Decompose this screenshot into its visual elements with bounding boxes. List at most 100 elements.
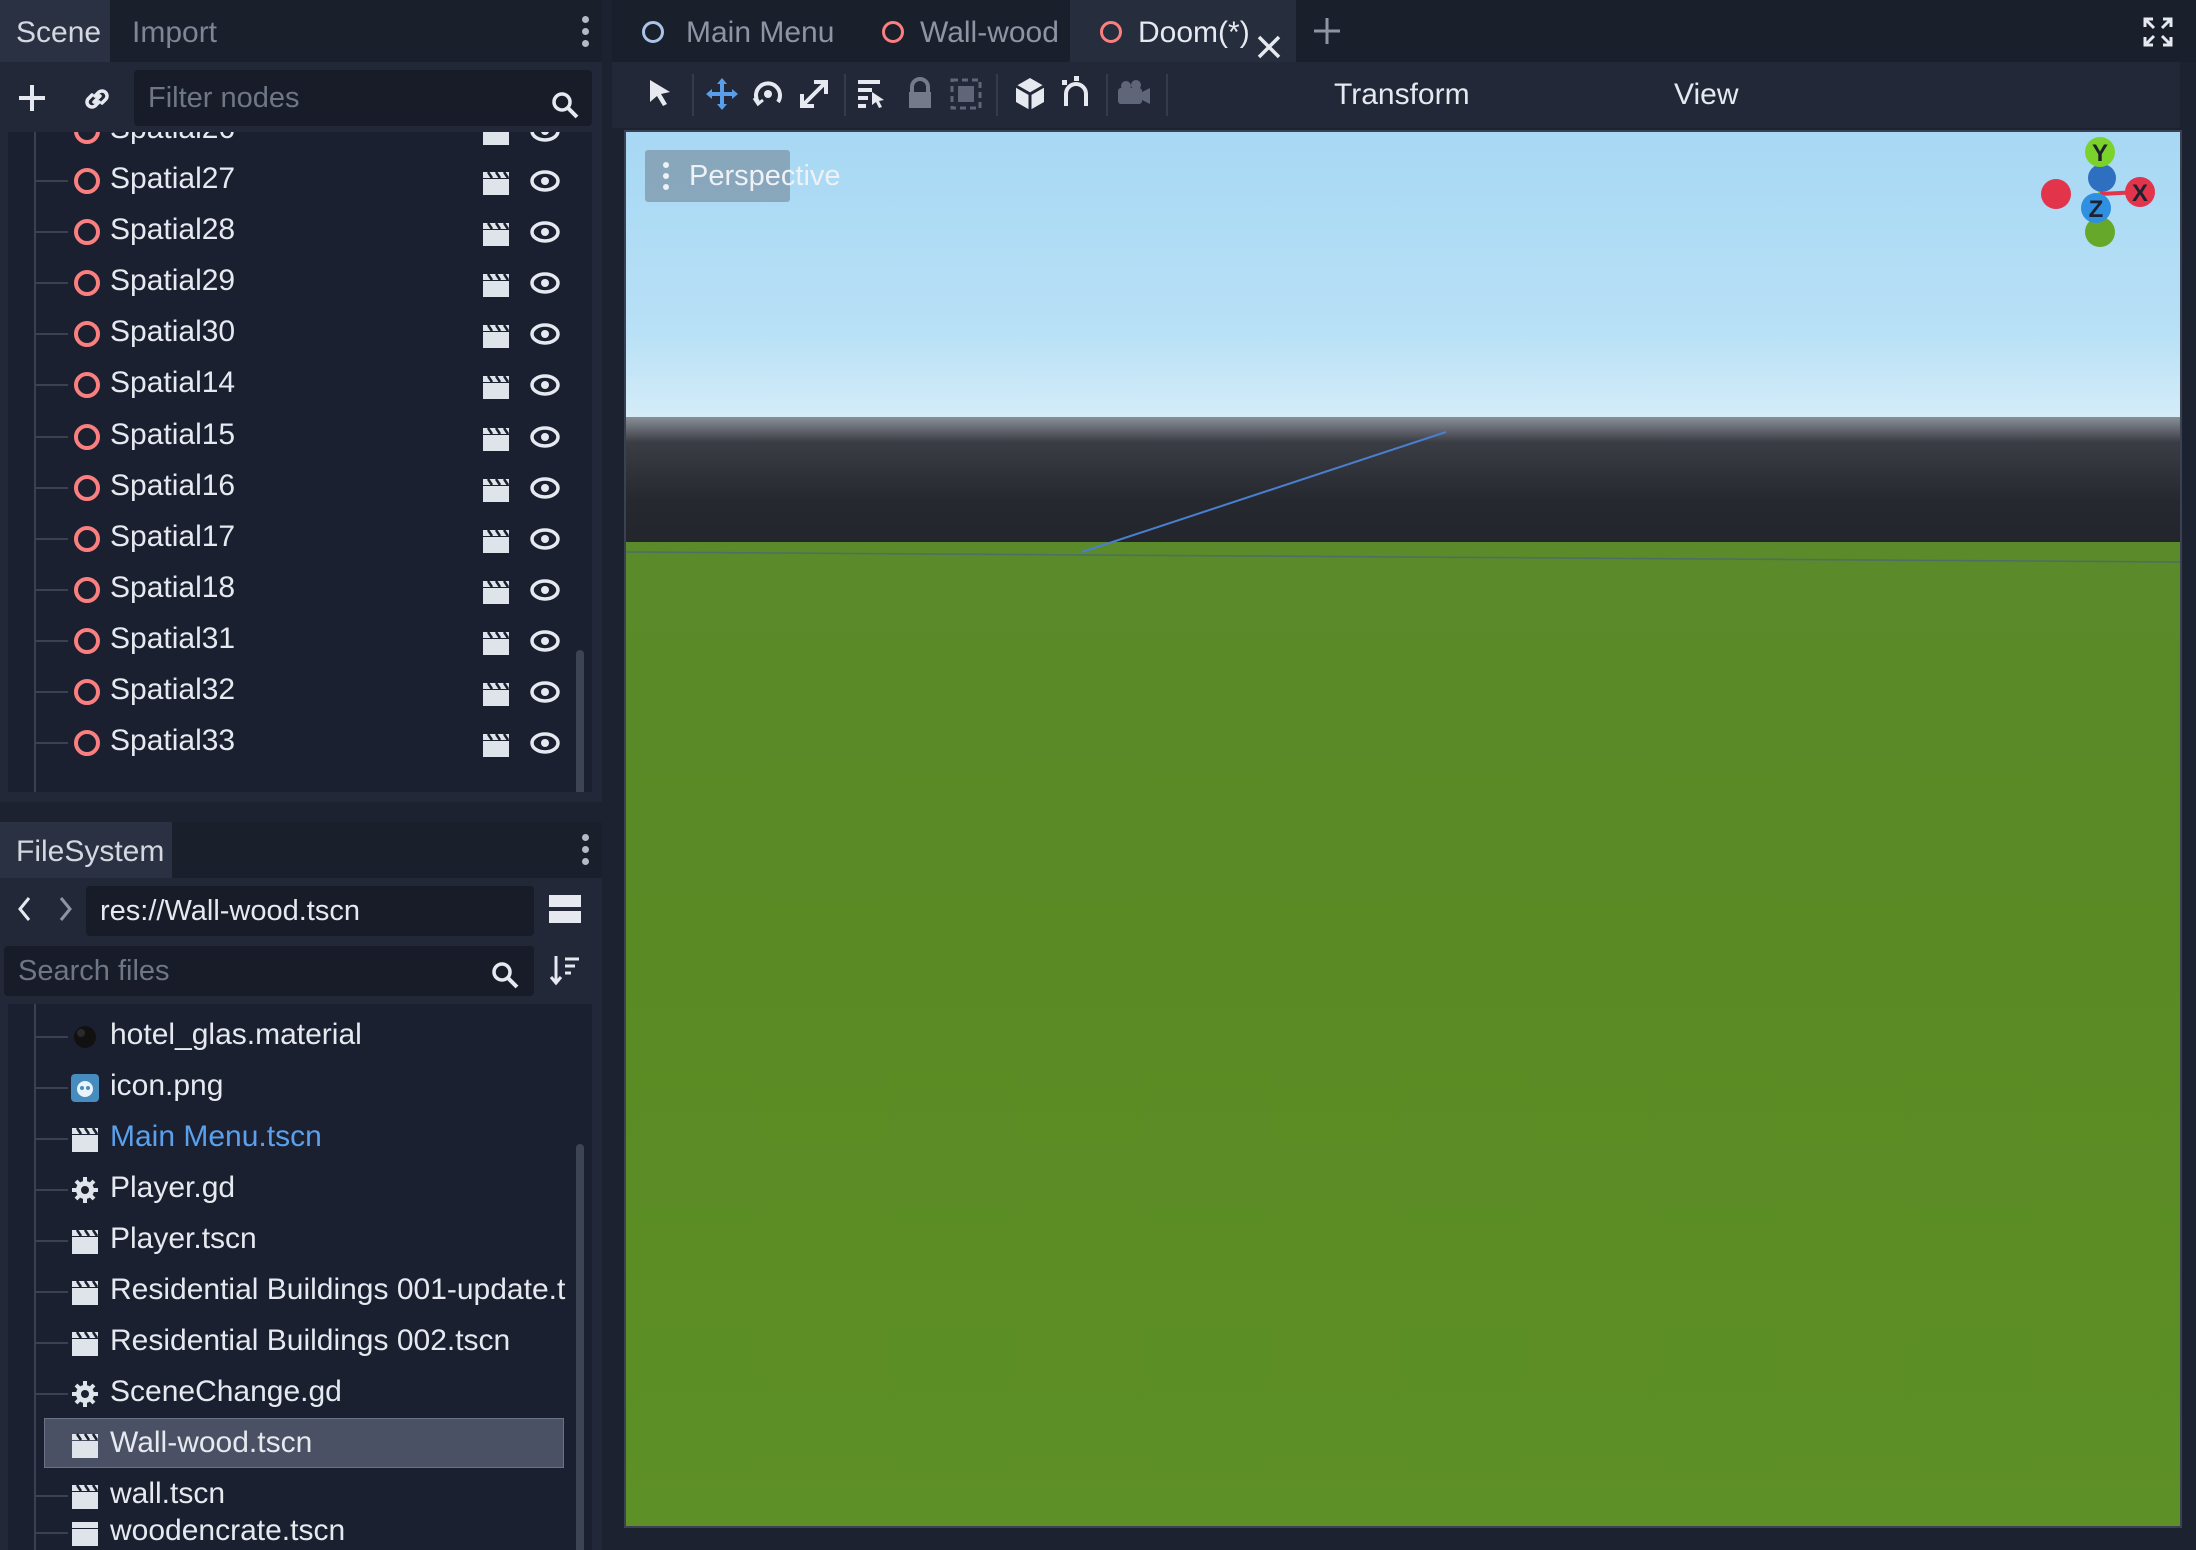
add-tab-icon[interactable]	[1312, 16, 1342, 46]
add-node-icon[interactable]	[16, 82, 48, 114]
clapper-icon[interactable]	[481, 426, 511, 452]
clapper-icon[interactable]	[481, 272, 511, 298]
clapper-icon[interactable]	[481, 323, 511, 349]
clapper-icon[interactable]	[481, 528, 511, 554]
grid-axis-line	[626, 431, 2180, 563]
tab-wall-wood[interactable]: Wall-wood	[858, 0, 1078, 62]
3d-viewport[interactable]: Perspective Y X Z	[624, 130, 2182, 1528]
tree-row[interactable]: Spatial18	[8, 565, 568, 616]
filesystem-dock-menu-icon[interactable]	[582, 834, 590, 870]
spatial-node-icon	[74, 132, 100, 144]
tree-row[interactable]: Spatial15	[8, 412, 568, 463]
move-tool-icon[interactable]	[700, 72, 744, 116]
tab-doom[interactable]: Doom(*)	[1070, 0, 1296, 62]
file-label: hotel_glas.material	[110, 1018, 362, 1051]
tree-row[interactable]: Spatial26	[8, 132, 568, 157]
tab-filesystem[interactable]: FileSystem	[0, 822, 172, 878]
visibility-eye-icon[interactable]	[530, 270, 560, 296]
clapper-icon[interactable]	[481, 681, 511, 707]
perspective-menu-button[interactable]: Perspective	[645, 150, 841, 202]
clapper-icon[interactable]	[481, 170, 511, 196]
instance-scene-link-icon[interactable]	[80, 82, 114, 116]
camera-preview-icon[interactable]	[1112, 72, 1156, 116]
tree-row[interactable]: Spatial28	[8, 207, 568, 258]
tree-row[interactable]: Spatial31	[8, 616, 568, 667]
visibility-eye-icon[interactable]	[530, 424, 560, 450]
tab-label: Doom(*)	[1138, 16, 1250, 49]
view-menu[interactable]: View	[1674, 78, 1738, 112]
visibility-eye-icon[interactable]	[530, 679, 560, 705]
split-view-toggle-icon[interactable]	[548, 892, 582, 928]
visibility-eye-icon[interactable]	[530, 321, 560, 347]
search-icon	[550, 83, 580, 119]
file-row[interactable]: Residential Buildings 002.tscn	[8, 1318, 568, 1369]
scene-tree: Spatial26 Spatial27 Spatial28 Spatial29 Spa…	[8, 132, 592, 792]
list-select-icon[interactable]	[850, 72, 894, 116]
file-label: woodencrate.tscn	[110, 1514, 346, 1547]
visibility-eye-icon[interactable]	[530, 577, 560, 603]
tab-scene[interactable]: Scene	[0, 0, 110, 62]
snap-icon[interactable]	[1054, 72, 1098, 116]
tree-row[interactable]: Spatial17	[8, 514, 568, 565]
file-tree-scrollbar[interactable]	[576, 1144, 584, 1550]
local-space-cube-icon[interactable]	[1008, 72, 1052, 116]
clapper-icon[interactable]	[481, 630, 511, 656]
visibility-eye-icon[interactable]	[530, 628, 560, 654]
file-row[interactable]: Main Menu.tscn	[8, 1114, 568, 1165]
nav-back-icon[interactable]	[14, 894, 36, 924]
transform-menu[interactable]: Transform	[1334, 78, 1470, 112]
file-row[interactable]: hotel_glas.material	[8, 1012, 568, 1063]
tree-row[interactable]: Spatial33	[8, 718, 568, 769]
file-row[interactable]: Wall-wood.tscn	[44, 1418, 564, 1471]
clapper-icon[interactable]	[481, 477, 511, 503]
visibility-eye-icon[interactable]	[530, 526, 560, 552]
clapper-icon[interactable]	[481, 579, 511, 605]
clapper-icon[interactable]	[481, 132, 511, 146]
tree-row[interactable]: Spatial29	[8, 258, 568, 309]
material-sphere-icon	[70, 1022, 100, 1052]
visibility-eye-icon[interactable]	[530, 132, 560, 144]
clapper-icon[interactable]	[481, 732, 511, 758]
close-tab-icon[interactable]	[1256, 18, 1282, 59]
rotate-tool-icon[interactable]	[746, 72, 790, 116]
select-tool-icon[interactable]	[638, 72, 682, 116]
filter-nodes-input[interactable]: Filter nodes	[134, 70, 592, 126]
visibility-eye-icon[interactable]	[530, 372, 560, 398]
tree-row[interactable]: Spatial14	[8, 360, 568, 411]
scene-tree-scrollbar[interactable]	[576, 650, 584, 792]
clapper-icon[interactable]	[481, 374, 511, 400]
scale-tool-icon[interactable]	[792, 72, 836, 116]
group-icon[interactable]	[944, 72, 988, 116]
tab-import[interactable]: Import	[116, 0, 240, 62]
godot-image-icon	[70, 1073, 100, 1103]
visibility-eye-icon[interactable]	[530, 730, 560, 756]
nav-forward-icon[interactable]	[54, 894, 76, 924]
file-label: Player.gd	[110, 1171, 236, 1204]
clapper-icon[interactable]	[481, 221, 511, 247]
file-row[interactable]: woodencrate.tscn	[8, 1508, 568, 1550]
scene-dock-menu-icon[interactable]	[582, 16, 590, 52]
tree-row[interactable]: Spatial27	[8, 156, 568, 207]
file-row[interactable]: icon.png	[8, 1063, 568, 1114]
path-field[interactable]: res://Wall-wood.tscn	[86, 886, 534, 936]
scene-dock-tabbar: Scene Import	[0, 0, 602, 62]
spatial-node-icon	[74, 730, 100, 757]
file-row[interactable]: Player.tscn	[8, 1216, 568, 1267]
visibility-eye-icon[interactable]	[530, 168, 560, 194]
file-row[interactable]: SceneChange.gd	[8, 1369, 568, 1420]
tree-row[interactable]: Spatial30	[8, 309, 568, 360]
sort-files-icon[interactable]	[548, 952, 582, 988]
search-files-input[interactable]: Search files	[4, 946, 534, 996]
node-label: Spatial27	[110, 162, 236, 195]
orientation-gizmo[interactable]: Y X Z	[2016, 132, 2182, 272]
spatial-node-icon	[74, 627, 100, 654]
tree-row[interactable]: Spatial32	[8, 667, 568, 718]
lock-icon[interactable]	[898, 72, 942, 116]
tree-row[interactable]: Spatial16	[8, 463, 568, 514]
file-row[interactable]: Player.gd	[8, 1165, 568, 1216]
visibility-eye-icon[interactable]	[530, 219, 560, 245]
visibility-eye-icon[interactable]	[530, 475, 560, 501]
tab-main-menu[interactable]: Main Menu	[620, 0, 852, 62]
fullscreen-icon[interactable]	[2142, 16, 2174, 48]
file-row[interactable]: Residential Buildings 001-update.t	[8, 1267, 568, 1318]
